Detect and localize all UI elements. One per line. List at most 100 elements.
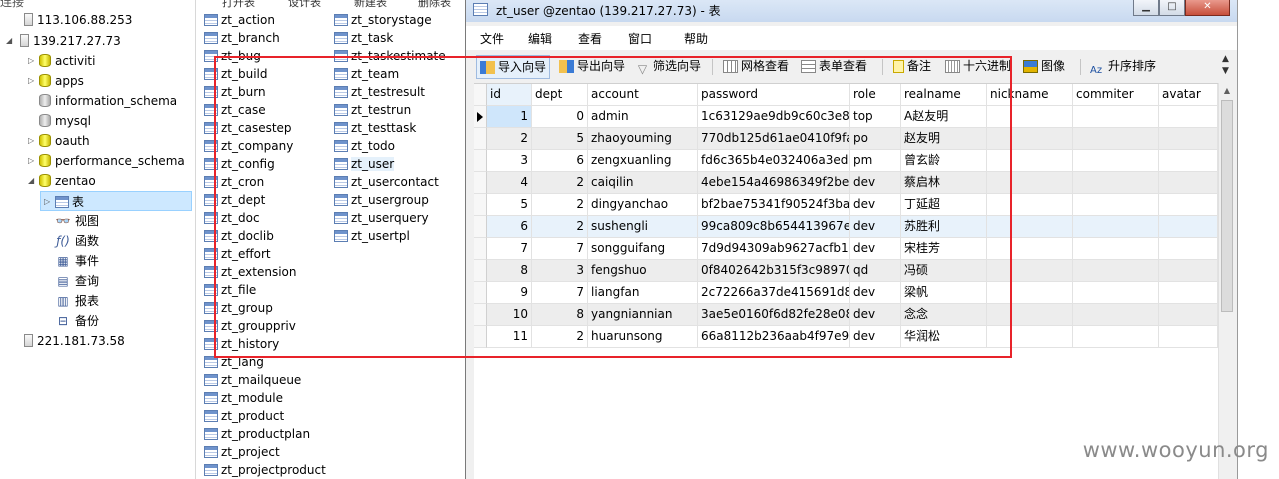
row-indicator[interactable] [474,150,487,172]
table-item[interactable]: zt_mailqueue [204,371,301,389]
table-item[interactable]: zt_todo [334,137,395,155]
grid-cell-role[interactable]: dev [850,194,901,216]
row-indicator[interactable] [474,260,487,282]
grid-cell-id[interactable]: 9 [487,282,532,304]
grid-cell-dept[interactable]: 6 [532,150,588,172]
grid-cell-password[interactable]: 2c72266a37de415691d88 [698,282,850,304]
grid-cell-avatar[interactable] [1159,194,1218,216]
grid-cell-realname[interactable]: 赵友明 [901,128,987,150]
expand-arrow-icon[interactable]: ▷ [28,131,34,151]
tree-server-2[interactable]: ◢ 139.217.27.73 [6,31,121,51]
tree-db-apps[interactable]: ▷ apps [28,71,84,91]
maximize-button[interactable]: □ [1159,0,1185,16]
new-table-button[interactable]: 新建表 [354,0,387,10]
grid-cell-account[interactable]: yangniannian [588,304,698,326]
table-item[interactable]: zt_burn [204,83,266,101]
grid-cell-password[interactable]: bf2bae75341f90524f3ba0 [698,194,850,216]
grid-cell-realname[interactable]: 宋桂芳 [901,238,987,260]
grid-cell-nickname[interactable] [987,238,1073,260]
grid-cell-nickname[interactable] [987,194,1073,216]
expand-arrow-icon[interactable]: ▷ [44,192,50,212]
grid-cell-commiter[interactable] [1073,260,1159,282]
grid-cell-account[interactable]: zhaoyouming [588,128,698,150]
grid-cell-dept[interactable]: 5 [532,128,588,150]
grid-cell-dept[interactable]: 2 [532,194,588,216]
grid-cell-account[interactable]: liangfan [588,282,698,304]
table-item[interactable]: zt_extension [204,263,297,281]
vertical-scrollbar[interactable]: ▲ [1218,83,1235,479]
column-header[interactable]: realname [901,84,987,106]
grid-cell-avatar[interactable] [1159,282,1218,304]
grid-cell-realname[interactable]: 念念 [901,304,987,326]
table-item[interactable]: zt_userquery [334,209,429,227]
tree-db-activiti[interactable]: ▷ activiti [28,51,95,71]
grid-cell-role[interactable]: dev [850,172,901,194]
grid-cell-role[interactable]: qd [850,260,901,282]
hex-button[interactable]: 十六进制 [942,55,1014,79]
grid-cell-avatar[interactable] [1159,238,1218,260]
form-view-button[interactable]: 表单查看 [798,55,870,79]
tree-node-queries[interactable]: ▤ 查询 [55,271,99,291]
close-button[interactable]: ✕ [1185,0,1230,16]
grid-cell-commiter[interactable] [1073,128,1159,150]
grid-cell-commiter[interactable] [1073,216,1159,238]
grid-cell-avatar[interactable] [1159,260,1218,282]
grid-cell-dept[interactable]: 0 [532,106,588,128]
grid-cell-role[interactable]: pm [850,150,901,172]
table-item[interactable]: zt_company [204,137,293,155]
table-item[interactable]: zt_module [204,389,283,407]
tree-db-performance-schema[interactable]: ▷ performance_schema [28,151,185,171]
scroll-thumb[interactable] [1221,100,1233,312]
grid-cell-nickname[interactable] [987,304,1073,326]
grid-cell-realname[interactable]: 苏胜利 [901,216,987,238]
toolbar-overflow-icon[interactable]: ▲ ▼ [1222,53,1229,77]
grid-cell-password[interactable]: 0f8402642b315f3c98970c [698,260,850,282]
tree-node-reports[interactable]: ▥ 报表 [55,291,99,311]
grid-cell-realname[interactable]: 华润松 [901,326,987,348]
grid-cell-id[interactable]: 7 [487,238,532,260]
grid-cell-password[interactable]: 99ca809c8b654413967e2 [698,216,850,238]
grid-cell-id[interactable]: 5 [487,194,532,216]
table-item[interactable]: zt_group [204,299,273,317]
expand-arrow-icon[interactable]: ▷ [28,71,34,91]
grid-cell-avatar[interactable] [1159,172,1218,194]
column-header[interactable]: password [698,84,850,106]
grid-cell-password[interactable]: 1c63129ae9db9c60c3e8a [698,106,850,128]
tree-db-oauth[interactable]: ▷ oauth [28,131,90,151]
tree-server-3[interactable]: 221.181.73.58 [24,331,125,351]
grid-cell-id[interactable]: 11 [487,326,532,348]
grid-cell-role[interactable]: dev [850,326,901,348]
grid-cell-commiter[interactable] [1073,172,1159,194]
table-item[interactable]: zt_product [204,407,284,425]
grid-cell-password[interactable]: fd6c365b4e032406a3ede [698,150,850,172]
table-item[interactable]: zt_case [204,101,266,119]
table-item[interactable]: zt_testtask [334,119,416,137]
grid-cell-password[interactable]: 3ae5e0160f6d82fe28e084 [698,304,850,326]
grid-cell-role[interactable]: po [850,128,901,150]
sort-ascending-button[interactable]: Az 升序排序 [1087,55,1159,79]
grid-cell-nickname[interactable] [987,326,1073,348]
row-indicator[interactable] [474,304,487,326]
grid-cell-id[interactable]: 10 [487,304,532,326]
image-button[interactable]: 图像 [1020,55,1068,79]
table-item[interactable]: zt_casestep [204,119,292,137]
menu-file[interactable]: 文件 [480,30,504,47]
grid-cell-account[interactable]: admin [588,106,698,128]
grid-cell-avatar[interactable] [1159,326,1218,348]
grid-cell-commiter[interactable] [1073,326,1159,348]
grid-cell-role[interactable]: dev [850,282,901,304]
grid-cell-account[interactable]: zengxuanling [588,150,698,172]
grid-cell-nickname[interactable] [987,260,1073,282]
table-item[interactable]: zt_task [334,29,393,47]
minimize-button[interactable]: ▁ [1133,0,1159,16]
grid-cell-commiter[interactable] [1073,106,1159,128]
grid-cell-realname[interactable]: 丁延超 [901,194,987,216]
collapse-arrow-icon[interactable]: ◢ [28,171,34,191]
table-item[interactable]: zt_user [334,155,395,173]
grid-cell-dept[interactable]: 7 [532,238,588,260]
grid-cell-nickname[interactable] [987,128,1073,150]
column-header[interactable]: commiter [1073,84,1159,106]
grid-cell-id[interactable]: 2 [487,128,532,150]
grid-cell-account[interactable]: sushengli [588,216,698,238]
grid-cell-id[interactable]: 4 [487,172,532,194]
